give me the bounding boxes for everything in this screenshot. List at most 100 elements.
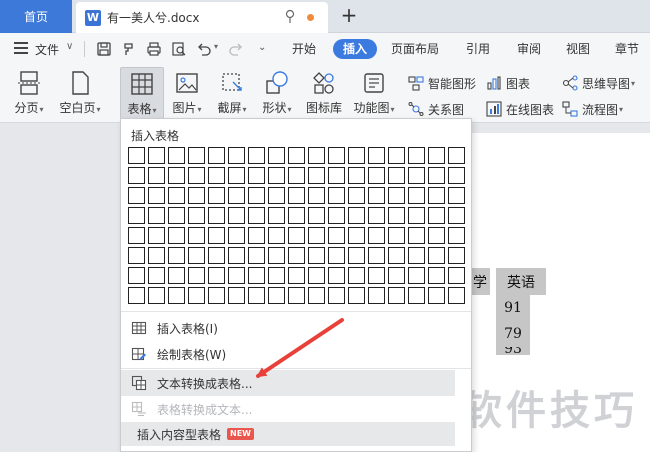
grid-cell[interactable] (268, 207, 285, 224)
grid-cell[interactable] (428, 287, 445, 304)
format-painter-icon[interactable] (121, 41, 137, 57)
grid-cell[interactable] (208, 227, 225, 244)
grid-cell[interactable] (148, 207, 165, 224)
grid-cell[interactable] (188, 147, 205, 164)
grid-cell[interactable] (408, 267, 425, 284)
grid-cell[interactable] (168, 247, 185, 264)
grid-cell[interactable] (388, 287, 405, 304)
grid-cell[interactable] (448, 227, 465, 244)
grid-cell[interactable] (348, 187, 365, 204)
grid-cell[interactable] (308, 267, 325, 284)
grid-cell[interactable] (428, 227, 445, 244)
grid-cell[interactable] (368, 167, 385, 184)
table-button[interactable]: 表格▾ (120, 67, 164, 121)
smart-art-button[interactable]: 智能图形 (408, 73, 476, 93)
grid-cell[interactable] (308, 187, 325, 204)
tab-view[interactable]: 视图 (560, 39, 596, 59)
grid-cell[interactable] (288, 147, 305, 164)
table-cell-score[interactable]: 79 (496, 321, 530, 347)
grid-cell[interactable] (288, 187, 305, 204)
grid-cell[interactable] (128, 147, 145, 164)
undo-icon[interactable] (196, 41, 212, 57)
grid-cell[interactable] (428, 147, 445, 164)
grid-cell[interactable] (368, 227, 385, 244)
grid-cell[interactable] (228, 147, 245, 164)
grid-cell[interactable] (308, 207, 325, 224)
grid-cell[interactable] (428, 267, 445, 284)
file-menu[interactable]: 文件 (35, 41, 59, 58)
grid-cell[interactable] (188, 167, 205, 184)
draw-table-item[interactable]: 绘制表格(W) (121, 341, 455, 367)
function-chart-button[interactable]: 功能图▾ (350, 67, 398, 121)
grid-cell[interactable] (268, 147, 285, 164)
grid-cell[interactable] (388, 147, 405, 164)
grid-cell[interactable] (428, 167, 445, 184)
grid-cell[interactable] (288, 167, 305, 184)
grid-cell[interactable] (428, 247, 445, 264)
chevron-down-icon[interactable]: ∨ (66, 41, 73, 52)
grid-cell[interactable] (448, 287, 465, 304)
grid-cell[interactable] (188, 247, 205, 264)
grid-cell[interactable] (188, 267, 205, 284)
grid-cell[interactable] (248, 247, 265, 264)
grid-cell[interactable] (368, 147, 385, 164)
grid-cell[interactable] (388, 207, 405, 224)
grid-cell[interactable] (308, 247, 325, 264)
grid-cell[interactable] (348, 147, 365, 164)
tab-insert[interactable]: 插入 (333, 39, 378, 59)
customize-toolbar-icon[interactable]: ⌄ (258, 42, 266, 53)
print-preview-icon[interactable] (171, 41, 187, 57)
grid-cell[interactable] (208, 287, 225, 304)
save-icon[interactable] (96, 41, 112, 57)
grid-cell[interactable] (388, 167, 405, 184)
grid-cell[interactable] (368, 207, 385, 224)
screenshot-button[interactable]: 截屏▾ (210, 67, 254, 121)
grid-cell[interactable] (368, 267, 385, 284)
grid-cell[interactable] (348, 247, 365, 264)
online-chart-button[interactable]: 在线图表 (486, 99, 554, 119)
grid-cell[interactable] (228, 187, 245, 204)
grid-cell[interactable] (328, 187, 345, 204)
grid-cell[interactable] (368, 287, 385, 304)
grid-cell[interactable] (448, 167, 465, 184)
grid-cell[interactable] (448, 267, 465, 284)
grid-cell[interactable] (148, 147, 165, 164)
grid-cell[interactable] (288, 207, 305, 224)
mind-map-button[interactable]: 思维导图 ▾ (562, 73, 635, 93)
grid-cell[interactable] (168, 147, 185, 164)
grid-cell[interactable] (388, 187, 405, 204)
grid-cell[interactable] (248, 227, 265, 244)
grid-cell[interactable] (188, 227, 205, 244)
grid-cell[interactable] (148, 247, 165, 264)
flowchart-button[interactable]: 流程图 ▾ (562, 99, 623, 119)
grid-cell[interactable] (308, 227, 325, 244)
grid-cell[interactable] (228, 227, 245, 244)
table-to-text-item[interactable]: 表格转换成文本... (121, 396, 455, 422)
tab-references[interactable]: 引用 (460, 39, 496, 59)
grid-cell[interactable] (408, 167, 425, 184)
grid-cell[interactable] (148, 167, 165, 184)
grid-cell[interactable] (228, 267, 245, 284)
tab-home[interactable]: 首页 (0, 0, 72, 33)
table-header-cell[interactable]: 学 (470, 268, 490, 295)
grid-cell[interactable] (128, 167, 145, 184)
grid-cell[interactable] (248, 267, 265, 284)
grid-cell[interactable] (168, 187, 185, 204)
grid-cell[interactable] (428, 187, 445, 204)
grid-cell[interactable] (208, 247, 225, 264)
grid-cell[interactable] (128, 207, 145, 224)
tab-document[interactable]: W 有一美人兮.docx (76, 2, 328, 33)
grid-cell[interactable] (168, 167, 185, 184)
grid-cell[interactable] (228, 247, 245, 264)
grid-cell[interactable] (288, 287, 305, 304)
table-cell-score[interactable]: 93 (496, 347, 530, 355)
grid-cell[interactable] (208, 167, 225, 184)
tab-review[interactable]: 审阅 (511, 39, 547, 59)
grid-cell[interactable] (388, 247, 405, 264)
chevron-down-icon[interactable]: ▾ (214, 42, 218, 51)
grid-cell[interactable] (128, 287, 145, 304)
grid-cell[interactable] (288, 247, 305, 264)
grid-cell[interactable] (228, 287, 245, 304)
grid-cell[interactable] (348, 227, 365, 244)
grid-cell[interactable] (188, 207, 205, 224)
